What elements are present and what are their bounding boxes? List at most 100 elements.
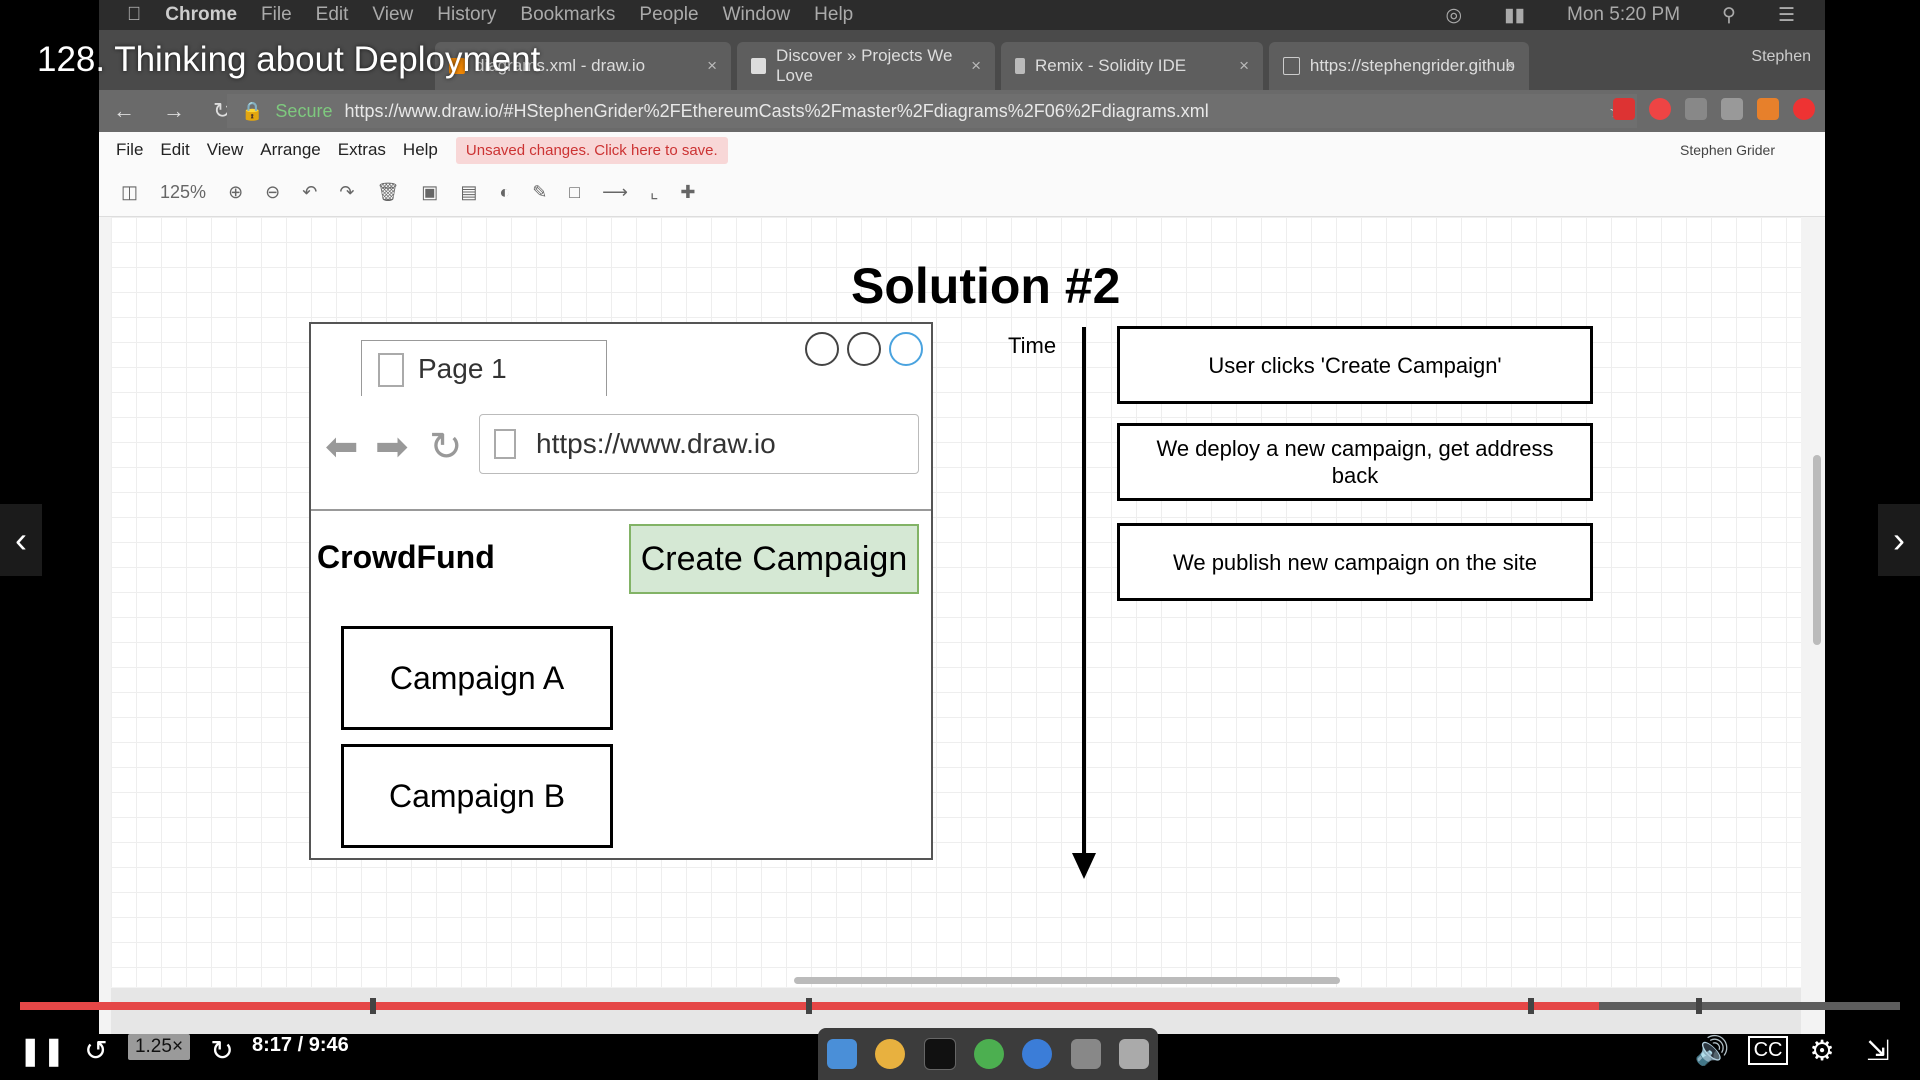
url-text: https://www.draw.io/#HStephenGrider%2FEt…	[344, 100, 1209, 121]
insert-plus-icon[interactable]: ✚	[680, 182, 695, 203]
prev-lecture-button[interactable]: ‹	[0, 504, 42, 576]
campaign-b-shape[interactable]: Campaign B	[341, 744, 613, 848]
menu-history[interactable]: History	[437, 4, 496, 26]
close-tab-icon[interactable]: ×	[1239, 56, 1249, 76]
back-icon[interactable]: ←	[113, 98, 149, 124]
opera-icon[interactable]	[1649, 98, 1671, 120]
list-icon[interactable]: ☰	[1778, 4, 1795, 27]
close-tab-icon[interactable]: ×	[971, 56, 981, 76]
step-box[interactable]: User clicks 'Create Campaign'	[1117, 326, 1593, 404]
secure-label: Secure	[275, 100, 333, 121]
vertical-scrollbar[interactable]	[1813, 455, 1821, 645]
step-box[interactable]: We publish new campaign on the site	[1117, 523, 1593, 601]
zoom-out-icon[interactable]: ⊖	[265, 182, 280, 203]
spotlight-icon[interactable]: ⚲	[1722, 4, 1736, 27]
trash-icon[interactable]	[1118, 1039, 1149, 1069]
app-icon[interactable]	[1022, 1039, 1053, 1069]
menu-view[interactable]: View	[372, 4, 413, 26]
chrome-profile[interactable]: Stephen	[1751, 48, 1811, 66]
menu-window[interactable]: Window	[723, 4, 791, 26]
tab-github[interactable]: https://stephengrider.github ×	[1269, 42, 1529, 90]
browser-mockup[interactable]: Page 1 ⬅ ➡ ↻ https://www.draw.io CrowdFu…	[309, 322, 933, 860]
extensions	[1613, 98, 1815, 120]
volume-icon[interactable]: 🔊	[1692, 1030, 1732, 1070]
pause-icon[interactable]: ❚❚	[19, 1030, 66, 1070]
mac-menubar:  Chrome File Edit View History Bookmark…	[99, 0, 1825, 30]
extension-icon[interactable]	[1793, 98, 1815, 120]
css-icon[interactable]	[1685, 98, 1707, 120]
video-progress-bar[interactable]	[20, 998, 1900, 1014]
video-title: 128. Thinking about Deployment	[37, 40, 541, 79]
lock-icon: 🔒	[241, 100, 264, 121]
captions-button[interactable]: CC	[1747, 1030, 1789, 1070]
settings-gear-icon[interactable]: ⚙	[1802, 1030, 1842, 1070]
next-lecture-button[interactable]: ›	[1878, 504, 1920, 576]
drawio-menu-view[interactable]: View	[207, 140, 244, 160]
battery-icon[interactable]: ▮▮	[1504, 4, 1525, 27]
drawio-menu-file[interactable]: File	[116, 140, 143, 160]
close-tab-icon[interactable]: ×	[707, 56, 717, 76]
to-front-icon[interactable]: ▣	[421, 182, 438, 203]
address-bar-row: ← → ↻ 🔒 Secure https://www.draw.io/#HSte…	[99, 90, 1825, 132]
forward-icon[interactable]: ↻	[202, 1030, 242, 1070]
line-color-icon[interactable]: ✎	[532, 182, 547, 203]
exit-fullscreen-icon[interactable]: ⇲	[1858, 1030, 1898, 1070]
app-icon[interactable]	[973, 1039, 1004, 1069]
fill-color-icon[interactable]: ◐	[499, 182, 510, 203]
extension-icon[interactable]	[1613, 98, 1635, 120]
rewind-icon[interactable]: ↺	[76, 1030, 116, 1070]
delete-icon[interactable]: 🗑	[376, 182, 399, 203]
shadow-icon[interactable]: □	[569, 182, 580, 203]
tab-remix[interactable]: Remix - Solidity IDE ×	[1001, 42, 1263, 90]
url-field[interactable]: 🔒 Secure https://www.draw.io/#HStephenGr…	[227, 94, 1637, 128]
extension-icon[interactable]	[1721, 98, 1743, 120]
zoom-in-icon[interactable]: ⊕	[228, 182, 243, 203]
time-axis[interactable]	[1082, 327, 1086, 857]
undo-icon[interactable]: ↶	[302, 182, 317, 203]
chrome-icon[interactable]	[875, 1039, 906, 1069]
wifi-icon[interactable]: ◎	[1446, 4, 1463, 27]
screen-recording:  Chrome File Edit View History Bookmark…	[99, 0, 1825, 1034]
drawio-menu-edit[interactable]: Edit	[160, 140, 189, 160]
campaign-a-shape[interactable]: Campaign A	[341, 626, 613, 730]
document-icon[interactable]	[1070, 1039, 1101, 1069]
drawio-menu-help[interactable]: Help	[403, 140, 438, 160]
metamask-icon[interactable]	[1757, 98, 1779, 120]
drawio-toolbar: ◫ 125% ⊕ ⊖ ↶ ↷ 🗑 ▣ ▤ ◐ ✎ □ ⟶ ⌞ ✚	[99, 168, 1825, 217]
forward-icon[interactable]: →	[163, 98, 199, 124]
waypoints-icon[interactable]: ⌞	[650, 182, 658, 203]
unsaved-changes-button[interactable]: Unsaved changes. Click here to save.	[455, 136, 728, 164]
menu-edit[interactable]: Edit	[316, 4, 349, 26]
page-tab: Page 1	[361, 340, 607, 396]
drawio-canvas[interactable]: Solution #2 Page 1 ⬅ ➡ ↻ https://www.dra…	[111, 217, 1801, 987]
step-box[interactable]: We deploy a new campaign, get address ba…	[1117, 423, 1593, 501]
menu-chrome[interactable]: Chrome	[165, 4, 237, 26]
clock[interactable]: Mon 5:20 PM	[1567, 4, 1680, 27]
menu-bookmarks[interactable]: Bookmarks	[520, 4, 615, 26]
apple-icon[interactable]: 	[127, 4, 141, 26]
kickstarter-favicon-icon	[751, 58, 767, 74]
horizontal-scrollbar[interactable]	[794, 977, 1340, 984]
close-tab-icon[interactable]: ×	[1505, 56, 1515, 76]
menu-help[interactable]: Help	[814, 4, 853, 26]
format-panel-icon[interactable]: ◫	[121, 182, 138, 203]
chapter-marker	[1696, 998, 1702, 1014]
to-back-icon[interactable]: ▤	[460, 182, 477, 203]
playback-speed-button[interactable]: 1.25 ×	[128, 1034, 190, 1060]
drawio-user[interactable]: Stephen Grider	[1680, 142, 1775, 158]
redo-icon[interactable]: ↷	[339, 182, 354, 203]
zoom-select[interactable]: 125%	[160, 182, 206, 203]
finder-icon[interactable]	[827, 1039, 858, 1069]
create-campaign-shape[interactable]: Create Campaign	[629, 524, 919, 594]
menu-file[interactable]: File	[261, 4, 292, 26]
window-circle-icon	[805, 332, 839, 366]
drawio-menu-extras[interactable]: Extras	[338, 140, 386, 160]
connection-icon[interactable]: ⟶	[602, 182, 628, 203]
mac-dock	[818, 1028, 1158, 1080]
terminal-icon[interactable]	[923, 1038, 956, 1070]
file-icon	[494, 429, 516, 459]
drawio-menu-arrange[interactable]: Arrange	[260, 140, 320, 160]
tab-kickstarter[interactable]: Discover » Projects We Love ×	[737, 42, 995, 90]
diagram-title: Solution #2	[851, 258, 1121, 314]
menu-people[interactable]: People	[639, 4, 698, 26]
